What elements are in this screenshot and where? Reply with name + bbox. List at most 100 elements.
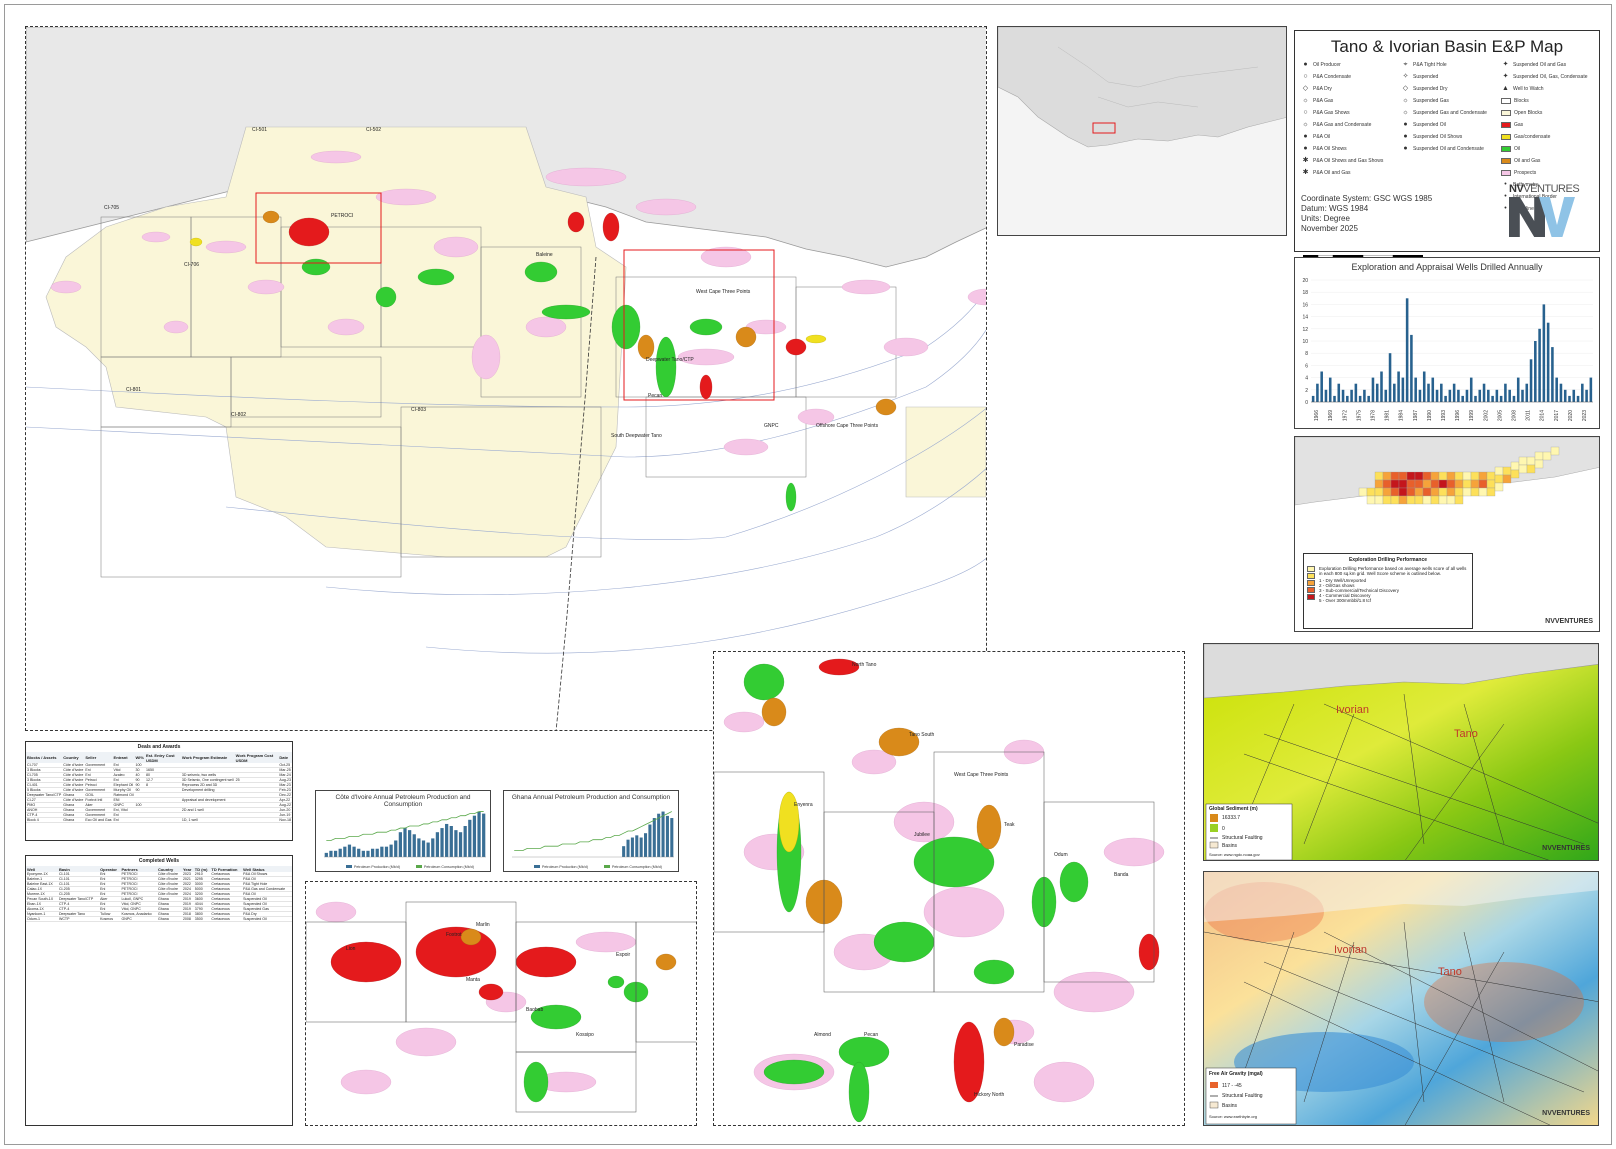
legend-symbol-icon: ◇ bbox=[1302, 85, 1309, 92]
table-cell: Deepwater Tano/CTP bbox=[57, 896, 100, 902]
x-tick-label: 1984 bbox=[1399, 410, 1405, 421]
legend-symbol-icon: ◇ bbox=[1402, 85, 1409, 92]
legend-label: Petroleum Consumption (Mb/d) bbox=[612, 865, 662, 869]
production-bar bbox=[394, 840, 398, 857]
y-tick-label: 20 bbox=[1302, 278, 1308, 284]
performance-cell bbox=[1478, 487, 1488, 497]
nv-logo-small-2: NVVENTURES bbox=[1542, 845, 1590, 852]
legend-item: ⌖ P&A Tight Hole bbox=[1401, 59, 1501, 71]
x-tick-label: 2023 bbox=[1582, 410, 1588, 421]
table-cell: WCTP bbox=[57, 916, 100, 922]
legend-swatch bbox=[1501, 170, 1511, 176]
legend-label: Petroleum Production (Mb/d) bbox=[542, 865, 588, 869]
table-header: Entrant bbox=[112, 752, 135, 763]
legend-symbol-icon: ⌖ bbox=[1403, 61, 1408, 68]
legend-symbol-icon: ● bbox=[1303, 145, 1308, 152]
legend-symbol-icon: ☼ bbox=[1402, 109, 1409, 116]
legend-item: ▲ Well to Watch bbox=[1501, 83, 1595, 95]
production-bar bbox=[408, 830, 412, 857]
legend-label: Gas bbox=[1514, 122, 1524, 128]
legend-swatch bbox=[534, 865, 540, 868]
wells-bar bbox=[1444, 395, 1447, 402]
wells-bar bbox=[1418, 389, 1422, 402]
gravity-legend-range: 117 - -45 bbox=[1222, 1083, 1242, 1089]
legend-item: Gas/condensate bbox=[1501, 131, 1595, 143]
wells-bar bbox=[1551, 347, 1554, 402]
wells-chart-svg: 0 2 4 6 8 10 12 14 16 18 20 1966 1969 1972 1975 1978 198… bbox=[1302, 278, 1593, 421]
tano-label-paradise: Paradise bbox=[1014, 1042, 1034, 1048]
wells-bar bbox=[1487, 389, 1490, 402]
performance-cell bbox=[1486, 487, 1496, 497]
production-bar bbox=[370, 848, 375, 857]
tano-inset-map[interactable]: North Tano Tano South West Cape Three Po… bbox=[713, 651, 1185, 1126]
performance-cell bbox=[1390, 487, 1400, 497]
table-header: Blocks / Assets bbox=[26, 752, 63, 763]
table-cell: Feb-23 bbox=[278, 787, 292, 793]
legend-item: ☼ Suspended Gas and Condensate bbox=[1401, 107, 1501, 119]
table-cell: P&A Gas and Condensate bbox=[242, 886, 292, 892]
legend-swatch bbox=[416, 865, 422, 868]
x-tick-label: 2017 bbox=[1554, 410, 1560, 421]
locator-map[interactable] bbox=[997, 26, 1287, 236]
tano-label-hickory: Hickory North bbox=[974, 1092, 1005, 1098]
wells-bar bbox=[1457, 389, 1460, 402]
table-row: Eponyme-1X CI-101 Eni PETROCI Côte d'Ivoire 2… bbox=[26, 872, 292, 877]
production-bar bbox=[454, 830, 458, 857]
deals-table: Deals and Awards Blocks / Assets Country S… bbox=[25, 741, 293, 841]
performance-cell bbox=[1422, 471, 1432, 481]
legend-swatch bbox=[1501, 98, 1511, 104]
tano-label-almond: Almond bbox=[814, 1032, 831, 1038]
wells-bar bbox=[1405, 298, 1409, 402]
performance-cell bbox=[1398, 487, 1408, 497]
wells-table-title: Completed Wells bbox=[138, 858, 180, 864]
performance-cell bbox=[1422, 495, 1432, 505]
brand-nv-3: NV bbox=[1542, 845, 1552, 852]
legend-symbol-icon: ○ bbox=[1303, 73, 1308, 80]
legend-label: Oil bbox=[1514, 146, 1521, 152]
tano-label-wctp: West Cape Three Points bbox=[954, 772, 1009, 778]
table-cell: Côte d'Ivoire bbox=[62, 797, 85, 803]
legend-item: ● Suspended Oil bbox=[1401, 119, 1501, 131]
legend-label: Well to Watch bbox=[1513, 86, 1544, 92]
datum: Datum: WGS 1984 bbox=[1301, 204, 1369, 213]
tano-label-north-tano: North Tano bbox=[852, 662, 877, 668]
table-header: Work Program Estimate bbox=[180, 752, 235, 763]
legend-label: Petroleum Consumption (Mb/d) bbox=[424, 865, 474, 869]
wells-bar bbox=[1478, 389, 1482, 402]
production-bar bbox=[343, 846, 347, 857]
wells-bar bbox=[1512, 395, 1516, 402]
civ-production-chart: Côte d'Ivoire Annual Petroleum Productio… bbox=[315, 790, 491, 872]
table-row: Pecan South-1X Deepwater Tano/CTP Aker Luko… bbox=[26, 896, 292, 902]
wells-bar bbox=[1581, 383, 1584, 402]
performance-cell bbox=[1446, 495, 1456, 505]
performance-cell bbox=[1550, 446, 1560, 456]
legend-label: Open Blocks bbox=[1514, 110, 1543, 116]
performance-cell bbox=[1414, 479, 1424, 489]
performance-legend: Exploration Drilling Performance Explora… bbox=[1303, 553, 1473, 629]
y-tick-label: 10 bbox=[1302, 339, 1308, 345]
wells-bar bbox=[1371, 377, 1375, 402]
x-tick-label: 1999 bbox=[1469, 410, 1475, 421]
table-cell: Odum-1 bbox=[26, 916, 58, 922]
sediment-legend-title: Global Sediment (m) bbox=[1209, 806, 1258, 812]
legend-item: ○ P&A Condensate bbox=[1301, 71, 1401, 83]
table-cell: Aug-23 bbox=[278, 777, 292, 783]
table-cell: Ratmond Oil bbox=[112, 792, 135, 798]
legend-label: Gas/condensate bbox=[1514, 134, 1551, 140]
performance-cell bbox=[1446, 479, 1456, 489]
production-bar bbox=[380, 846, 384, 857]
legend-label: Suspended Oil bbox=[1413, 122, 1446, 128]
wells-bar bbox=[1568, 395, 1571, 402]
legend-label: Blocks bbox=[1514, 98, 1529, 104]
wells-bar bbox=[1491, 395, 1494, 402]
performance-cell bbox=[1454, 487, 1464, 497]
legend-item: ● P&A Oil Shows bbox=[1301, 143, 1401, 155]
wells-bar bbox=[1354, 383, 1358, 402]
production-bar bbox=[435, 832, 440, 857]
civ-inset-map[interactable]: Foxtrot Marlin Manta Baobab Kossipo Espo… bbox=[305, 881, 697, 1126]
legend-label: P&A Oil Shows bbox=[1313, 146, 1347, 152]
wells-bar bbox=[1563, 389, 1567, 402]
legend-label: Oil and Gas bbox=[1514, 158, 1541, 164]
legend-label: P&A Dry bbox=[1313, 86, 1332, 92]
main-map[interactable]: PETROCI GNPC Deepwater Tano/CTP Offshore… bbox=[25, 26, 987, 731]
